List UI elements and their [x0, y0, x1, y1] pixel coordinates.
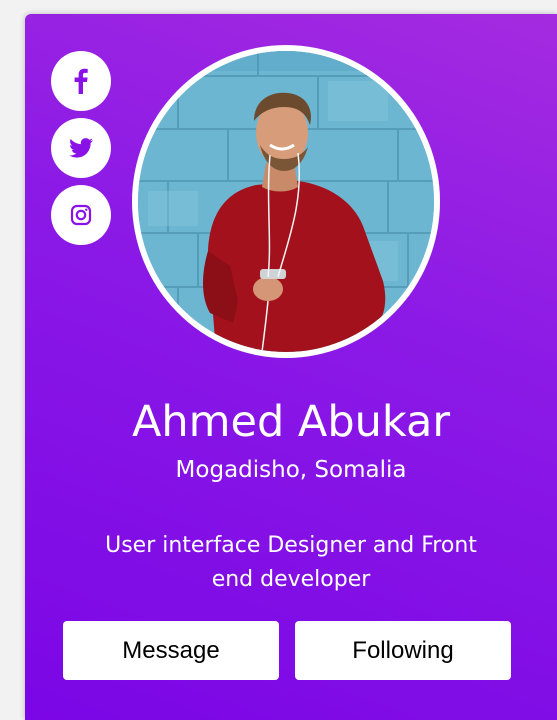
profile-location: Mogadisho, Somalia — [175, 457, 407, 483]
instagram-button[interactable] — [51, 185, 111, 245]
message-button[interactable]: Message — [63, 621, 279, 680]
avatar-frame — [132, 45, 440, 358]
instagram-icon — [70, 204, 92, 226]
following-button[interactable]: Following — [295, 621, 511, 680]
profile-card: Ahmed Abukar Mogadisho, Somalia User int… — [25, 14, 557, 720]
avatar — [138, 51, 434, 352]
facebook-button[interactable] — [51, 51, 111, 111]
facebook-icon — [70, 68, 92, 94]
twitter-icon — [69, 138, 93, 158]
twitter-button[interactable] — [51, 118, 111, 178]
profile-bio: User interface Designer and Front end de… — [105, 533, 477, 592]
profile-name: Ahmed Abukar — [131, 397, 451, 447]
